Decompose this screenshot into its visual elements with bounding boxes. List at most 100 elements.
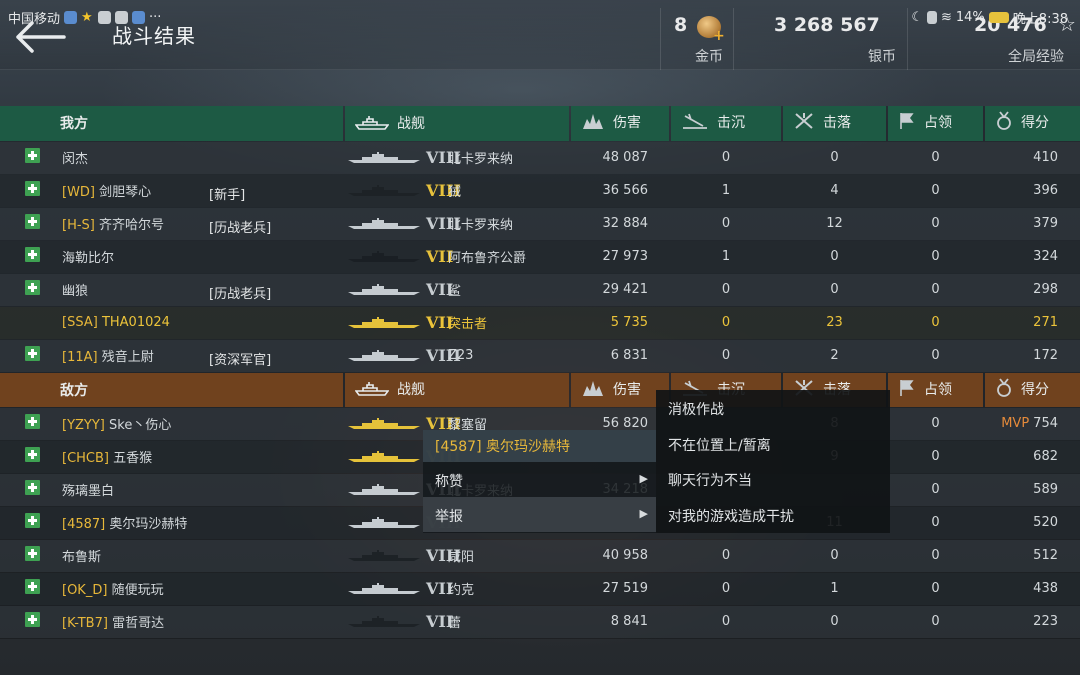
- column-header-score: 得分: [1021, 115, 1049, 132]
- ally-player-row[interactable]: 幽狼 [历战老兵] VII鲨 29 421 0 0 0 298: [0, 273, 1080, 307]
- add-friend-button[interactable]: [25, 346, 40, 361]
- add-friend-button[interactable]: [25, 214, 40, 229]
- wifi-icon: ≋: [940, 10, 952, 25]
- add-friend-button[interactable]: [25, 612, 40, 627]
- player-name: 五香猴: [113, 451, 153, 466]
- enemy-player-row[interactable]: [K-TB7] 雷哲哥达 VII蕾 8 841 0 0 0 223: [0, 605, 1080, 639]
- player-cell[interactable]: 闵杰: [0, 141, 344, 175]
- capture-value: 0: [931, 315, 940, 330]
- player-cell[interactable]: 幽狼 [历战老兵]: [0, 273, 344, 307]
- capture-cell: 0: [887, 306, 984, 340]
- column-shot-down[interactable]: 击落: [781, 106, 887, 142]
- ship-silhouette: [348, 549, 420, 561]
- capture-cell: 0: [887, 141, 984, 175]
- player-name: 剑胆琴心: [99, 185, 152, 200]
- player-cell[interactable]: [WD] 剑胆琴心 [新手]: [0, 174, 344, 208]
- bell-icon: [98, 11, 112, 24]
- menu-item-report[interactable]: 举报 ▶: [423, 497, 656, 532]
- report-option-afk[interactable]: 不在位置上/暂离: [656, 426, 890, 462]
- column-ship[interactable]: 战舰: [343, 106, 570, 142]
- shot-down-cell: 23: [782, 306, 887, 340]
- add-friend-button[interactable]: [25, 280, 40, 295]
- menu-item-praise[interactable]: 称赞 ▶: [423, 462, 656, 497]
- player-name: 幽狼: [62, 284, 89, 299]
- more-notifications: ···: [149, 10, 162, 25]
- ship-name: 阿布鲁齐公爵: [448, 251, 527, 266]
- add-friend-button[interactable]: [25, 414, 40, 429]
- damage-value: 8 841: [610, 614, 648, 629]
- score-value: 324: [1033, 249, 1058, 264]
- capture-value: 0: [931, 416, 940, 431]
- player-cell[interactable]: [YZYY] Ske丶伤心: [0, 407, 344, 441]
- ship-cell: VII鲨: [344, 273, 570, 307]
- ship-silhouette: [348, 283, 420, 295]
- column-damage[interactable]: 伤害: [569, 372, 670, 408]
- ship-icon: [354, 380, 390, 400]
- report-option-chat[interactable]: 聊天行为不当: [656, 461, 890, 497]
- capture-value: 0: [931, 183, 940, 198]
- ship-cell: VII阿布鲁齐公爵: [344, 240, 570, 274]
- score-cell: 223: [984, 605, 1080, 639]
- ship-silhouette: [348, 184, 420, 196]
- column-damage[interactable]: 伤害: [569, 106, 670, 142]
- enemy-player-row[interactable]: [OK_D] 随便玩玩 VII约克 27 519 0 1 0 438: [0, 572, 1080, 606]
- player-cell[interactable]: [SSA] THA01024: [0, 306, 344, 340]
- report-option-passive[interactable]: 消极作战: [656, 390, 890, 426]
- enemy-team-header: 敌方战舰伤害击沉击落占领得分: [0, 372, 1080, 408]
- column-score[interactable]: 得分: [983, 106, 1080, 142]
- report-option-interference[interactable]: 对我的游戏造成干扰: [656, 497, 890, 533]
- capture-value: 0: [931, 614, 940, 629]
- player-cell[interactable]: 海勒比尔: [0, 240, 344, 274]
- damage-cell: 36 566: [570, 174, 670, 208]
- player-cell[interactable]: [4587] 奥尔玛沙赫特: [0, 506, 344, 540]
- score-value: 298: [1033, 282, 1058, 297]
- battery-percent: 14%: [955, 10, 985, 25]
- score-value: 512: [1033, 548, 1058, 563]
- ship-silhouette: [348, 450, 420, 462]
- add-friend-button[interactable]: [25, 148, 40, 163]
- shot-down-cell: 0: [782, 605, 887, 639]
- app-notification-icon: [132, 11, 146, 24]
- sunk-cell: 0: [670, 339, 782, 373]
- score-cell: 324: [984, 240, 1080, 274]
- ship-name: 北卡罗来纳: [448, 218, 514, 233]
- add-friend-button[interactable]: [25, 247, 40, 262]
- add-friend-button[interactable]: [25, 579, 40, 594]
- enemy-player-row[interactable]: 布鲁斯 VIII咸阳 40 958 0 0 0 512: [0, 539, 1080, 573]
- ally-player-row[interactable]: [WD] 剑胆琴心 [新手] VIII狨 36 566 1 4 0 396: [0, 174, 1080, 208]
- player-cell[interactable]: [H-S] 齐齐哈尔号 [历战老兵]: [0, 207, 344, 241]
- column-capture[interactable]: 占领: [886, 372, 984, 408]
- column-sunk[interactable]: 击沉: [669, 106, 782, 142]
- add-friend-button[interactable]: [25, 546, 40, 561]
- column-ship[interactable]: 战舰: [343, 372, 570, 408]
- ally-player-row[interactable]: [H-S] 齐齐哈尔号 [历战老兵] VIII北卡罗来纳 32 884 0 12 0 379: [0, 207, 1080, 241]
- ally-player-row[interactable]: [SSA] THA01024 VII突击者 5 735 0 23 0 271: [0, 306, 1080, 340]
- shot-down-value: 4: [830, 183, 839, 198]
- column-capture[interactable]: 占领: [886, 106, 984, 142]
- rank-tag: [历战老兵]: [209, 220, 272, 236]
- add-friend-button[interactable]: [25, 181, 40, 196]
- add-friend-button[interactable]: [25, 447, 40, 462]
- score-cell: 682: [984, 440, 1080, 474]
- ally-player-row[interactable]: 闵杰 VIII北卡罗来纳 48 087 0 0 0 410: [0, 141, 1080, 175]
- sunk-value: 0: [721, 548, 731, 563]
- score-value: 379: [1033, 216, 1058, 231]
- shot-down-icon: [793, 112, 815, 134]
- column-score[interactable]: 得分: [983, 372, 1080, 408]
- add-friend-button[interactable]: [25, 513, 40, 528]
- damage-cell: 27 973: [570, 240, 670, 274]
- player-cell[interactable]: 殇璃墨白: [0, 473, 344, 507]
- player-cell[interactable]: [OK_D] 随便玩玩: [0, 572, 344, 606]
- player-cell[interactable]: [11A] 残音上尉 [资深军官]: [0, 339, 344, 373]
- ally-player-row[interactable]: [11A] 残音上尉 [资深军官] VIIIZ23 6 831 0 2 0 172: [0, 339, 1080, 373]
- shot-down-value: 0: [830, 548, 839, 563]
- score-cell: 512: [984, 539, 1080, 573]
- sunk-cell: 0: [670, 207, 782, 241]
- player-cell[interactable]: [K-TB7] 雷哲哥达: [0, 605, 344, 639]
- add-friend-button[interactable]: [25, 480, 40, 495]
- player-cell[interactable]: [CHCB] 五香猴: [0, 440, 344, 474]
- player-cell[interactable]: 布鲁斯: [0, 539, 344, 573]
- clan-tag: [OK_D]: [62, 583, 108, 598]
- ally-player-row[interactable]: 海勒比尔 VII阿布鲁齐公爵 27 973 1 0 0 324: [0, 240, 1080, 274]
- silver-label: 银币: [868, 49, 896, 65]
